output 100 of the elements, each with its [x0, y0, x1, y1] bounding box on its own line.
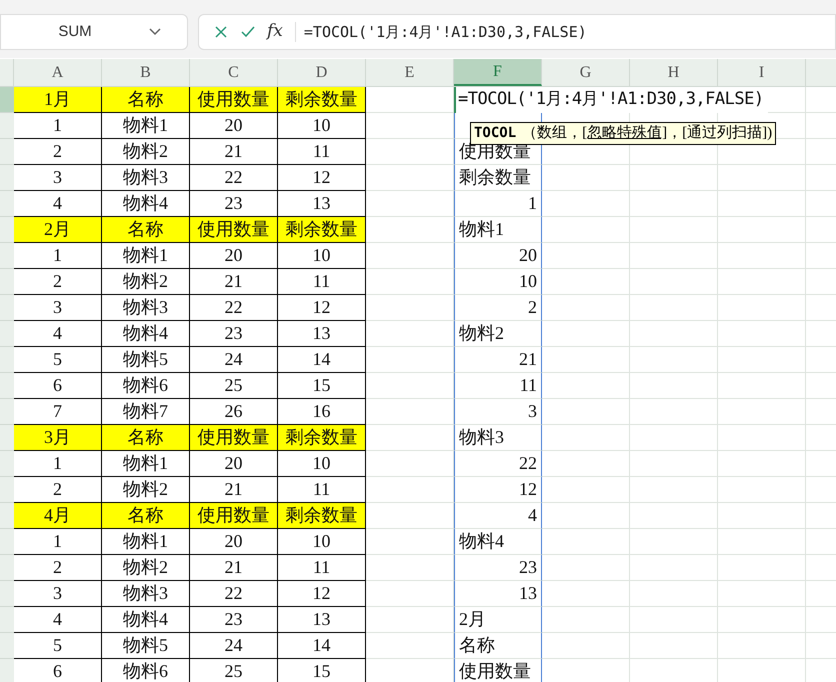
column-header[interactable]: B: [102, 59, 190, 86]
row-header[interactable]: [0, 477, 14, 503]
column-header[interactable]: G: [542, 59, 630, 86]
row-header[interactable]: [0, 295, 14, 321]
table-cell: 13: [278, 321, 366, 347]
table-cell: 剩余数量: [278, 87, 366, 113]
row-header[interactable]: [0, 581, 14, 607]
table-cell: 13: [278, 607, 366, 633]
close-icon[interactable]: [215, 26, 227, 38]
table-cell: 物料2: [102, 477, 190, 503]
table-cell: 11: [278, 139, 366, 165]
row-header[interactable]: [0, 633, 14, 659]
table-cell: 21: [190, 555, 278, 581]
table-cell: 物料4: [454, 529, 542, 555]
table-cell: 10: [278, 451, 366, 477]
table-cell: 3: [14, 295, 102, 321]
name-box[interactable]: SUM: [0, 14, 188, 50]
table-cell: 21: [190, 269, 278, 295]
row-header[interactable]: [0, 269, 14, 295]
row-header[interactable]: [0, 87, 14, 113]
row-header[interactable]: [0, 399, 14, 425]
table-cell: 4: [454, 503, 542, 529]
row-header[interactable]: [0, 165, 14, 191]
table-cell: 2月: [454, 607, 542, 633]
table-cell: 10: [278, 243, 366, 269]
table-cell: 物料1: [102, 113, 190, 139]
table-cell: 名称: [102, 503, 190, 529]
table-cell: 1: [14, 113, 102, 139]
row-header[interactable]: [0, 243, 14, 269]
row-header[interactable]: [0, 347, 14, 373]
table-cell: 物料4: [102, 607, 190, 633]
row-header[interactable]: [0, 451, 14, 477]
table-cell: 物料7: [102, 399, 190, 425]
table-cell: 6: [14, 373, 102, 399]
table-cell: 25: [190, 373, 278, 399]
table-cell: 2: [454, 295, 542, 321]
table-cell: 使用数量: [454, 659, 542, 682]
table-cell: 物料5: [102, 347, 190, 373]
row-header[interactable]: [0, 321, 14, 347]
column-header[interactable]: A: [14, 59, 102, 86]
column-header[interactable]: I: [718, 59, 806, 86]
table-cell: 22: [190, 581, 278, 607]
table-cell: 物料3: [102, 165, 190, 191]
column-header[interactable]: C: [190, 59, 278, 86]
table-cell: 11: [278, 477, 366, 503]
table-cell: 20: [190, 243, 278, 269]
table-cell: 剩余数量: [278, 503, 366, 529]
column-header[interactable]: D: [278, 59, 366, 86]
formula-bar[interactable]: fx =TOCOL('1月:4月'!A1:D30,3,FALSE): [198, 14, 836, 50]
table-cell: 1: [14, 243, 102, 269]
table-cell: 11: [278, 269, 366, 295]
row-header[interactable]: [0, 373, 14, 399]
column-header[interactable]: H: [630, 59, 718, 86]
table-cell: 16: [278, 399, 366, 425]
function-button[interactable]: fx: [267, 19, 283, 45]
column-header[interactable]: F: [454, 59, 542, 86]
table-cell: 13: [278, 191, 366, 217]
table-cell: 物料2: [454, 321, 542, 347]
table-cell: 物料2: [102, 555, 190, 581]
table-cell: 2月: [14, 217, 102, 243]
row-header[interactable]: [0, 503, 14, 529]
check-icon[interactable]: [241, 26, 255, 38]
cell-editor-text[interactable]: =TOCOL('1月:4月'!A1:D30,3,FALSE): [456, 87, 768, 113]
table-cell: 23: [190, 607, 278, 633]
table-cell: 物料1: [102, 451, 190, 477]
table-cell: 21: [454, 347, 542, 373]
row-header[interactable]: [0, 217, 14, 243]
table-cell: 物料2: [102, 269, 190, 295]
table-cell: 使用数量: [190, 87, 278, 113]
table-cell: 物料4: [102, 321, 190, 347]
table-cell: 12: [454, 477, 542, 503]
row-header[interactable]: [0, 191, 14, 217]
row-header[interactable]: [0, 425, 14, 451]
table-cell: 23: [190, 321, 278, 347]
table-cell: 11: [454, 373, 542, 399]
function-argument: ，[通过列扫描]): [667, 124, 772, 144]
formula-text: =TOCOL('1月:4月'!A1:D30,3,FALSE): [304, 22, 587, 43]
table-cell: 15: [278, 373, 366, 399]
row-header[interactable]: [0, 113, 14, 139]
row-header[interactable]: [0, 607, 14, 633]
table-cell: 名称: [102, 217, 190, 243]
table-cell: 24: [190, 347, 278, 373]
chevron-down-icon[interactable]: [149, 28, 161, 36]
table-cell: 名称: [102, 425, 190, 451]
table-cell: 23: [454, 555, 542, 581]
table-cell: 3: [14, 165, 102, 191]
row-header[interactable]: [0, 139, 14, 165]
row-header[interactable]: [0, 659, 14, 682]
row-header[interactable]: [0, 555, 14, 581]
table-cell: 24: [190, 633, 278, 659]
table-cell: 4月: [14, 503, 102, 529]
table-cell: 20: [190, 529, 278, 555]
table-cell: 10: [278, 113, 366, 139]
table-cell: 4: [14, 191, 102, 217]
table-cell: 12: [278, 165, 366, 191]
table-cell: 3月: [14, 425, 102, 451]
table-cell: 11: [278, 555, 366, 581]
table-cell: 2: [14, 139, 102, 165]
row-header[interactable]: [0, 529, 14, 555]
table-cell: 剩余数量: [278, 425, 366, 451]
